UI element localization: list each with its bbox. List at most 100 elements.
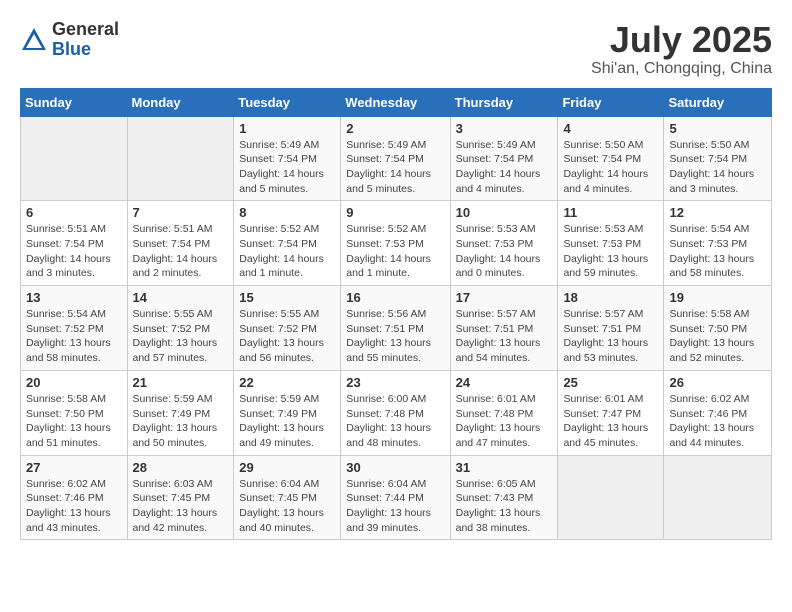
- calendar-day-header: Monday: [127, 88, 234, 116]
- calendar-cell: 10 Sunrise: 5:53 AM Sunset: 7:53 PM Dayli…: [450, 201, 558, 286]
- calendar-day-header: Thursday: [450, 88, 558, 116]
- day-info: Sunrise: 5:58 AM Sunset: 7:50 PM Dayligh…: [26, 392, 122, 451]
- calendar-cell: 14 Sunrise: 5:55 AM Sunset: 7:52 PM Dayli…: [127, 286, 234, 371]
- day-number: 28: [133, 460, 229, 475]
- day-info: Sunrise: 5:49 AM Sunset: 7:54 PM Dayligh…: [239, 138, 335, 197]
- location-subtitle: Shi'an, Chongqing, China: [591, 60, 772, 78]
- calendar-cell: [21, 116, 128, 201]
- day-info: Sunrise: 6:02 AM Sunset: 7:46 PM Dayligh…: [26, 477, 122, 536]
- calendar-cell: 15 Sunrise: 5:55 AM Sunset: 7:52 PM Dayli…: [234, 286, 341, 371]
- calendar-cell: 11 Sunrise: 5:53 AM Sunset: 7:53 PM Dayli…: [558, 201, 664, 286]
- day-info: Sunrise: 6:00 AM Sunset: 7:48 PM Dayligh…: [346, 392, 444, 451]
- calendar-cell: 13Sunrise: 5:54 AM Sunset: 7:52 PM Dayli…: [21, 286, 128, 371]
- calendar-cell: 21Sunrise: 5:59 AM Sunset: 7:49 PM Dayli…: [127, 370, 234, 455]
- calendar-cell: 6 Sunrise: 5:51 AM Sunset: 7:54 PM Daylig…: [21, 201, 128, 286]
- calendar-cell: 18 Sunrise: 5:57 AM Sunset: 7:51 PM Dayli…: [558, 286, 664, 371]
- day-number: 5: [669, 121, 766, 136]
- day-info: Sunrise: 5:53 AM Sunset: 7:53 PM Dayligh…: [563, 222, 658, 281]
- day-number: 26: [669, 375, 766, 390]
- logo-general-text: General: [52, 20, 119, 40]
- calendar-cell: 5Sunrise: 5:50 AM Sunset: 7:54 PM Daylig…: [664, 116, 772, 201]
- calendar-cell: [664, 455, 772, 540]
- calendar-cell: 23 Sunrise: 6:00 AM Sunset: 7:48 PM Dayli…: [341, 370, 450, 455]
- day-info: Sunrise: 5:55 AM Sunset: 7:52 PM Dayligh…: [239, 307, 335, 366]
- day-number: 8: [239, 205, 335, 220]
- day-number: 6: [26, 205, 122, 220]
- day-number: 18: [563, 290, 658, 305]
- day-info: Sunrise: 6:04 AM Sunset: 7:45 PM Dayligh…: [239, 477, 335, 536]
- day-number: 7: [133, 205, 229, 220]
- day-number: 19: [669, 290, 766, 305]
- day-number: 25: [563, 375, 658, 390]
- day-number: 14: [133, 290, 229, 305]
- day-info: Sunrise: 6:02 AM Sunset: 7:46 PM Dayligh…: [669, 392, 766, 451]
- calendar-day-header: Tuesday: [234, 88, 341, 116]
- day-number: 16: [346, 290, 444, 305]
- day-number: 3: [456, 121, 553, 136]
- calendar-cell: 26 Sunrise: 6:02 AM Sunset: 7:46 PM Dayli…: [664, 370, 772, 455]
- day-info: Sunrise: 5:56 AM Sunset: 7:51 PM Dayligh…: [346, 307, 444, 366]
- calendar-cell: 30Sunrise: 6:04 AM Sunset: 7:44 PM Dayli…: [341, 455, 450, 540]
- day-number: 11: [563, 205, 658, 220]
- calendar-cell: 24Sunrise: 6:01 AM Sunset: 7:48 PM Dayli…: [450, 370, 558, 455]
- calendar-cell: 29Sunrise: 6:04 AM Sunset: 7:45 PM Dayli…: [234, 455, 341, 540]
- calendar-day-header: Friday: [558, 88, 664, 116]
- logo-icon: [20, 26, 48, 54]
- day-info: Sunrise: 6:03 AM Sunset: 7:45 PM Dayligh…: [133, 477, 229, 536]
- calendar-cell: 20 Sunrise: 5:58 AM Sunset: 7:50 PM Dayli…: [21, 370, 128, 455]
- logo: General Blue: [20, 20, 119, 60]
- calendar-cell: 7 Sunrise: 5:51 AM Sunset: 7:54 PM Daylig…: [127, 201, 234, 286]
- day-number: 31: [456, 460, 553, 475]
- day-number: 1: [239, 121, 335, 136]
- day-number: 10: [456, 205, 553, 220]
- calendar-cell: 3Sunrise: 5:49 AM Sunset: 7:54 PM Daylig…: [450, 116, 558, 201]
- day-number: 17: [456, 290, 553, 305]
- day-info: Sunrise: 6:01 AM Sunset: 7:47 PM Dayligh…: [563, 392, 658, 451]
- calendar-cell: 25 Sunrise: 6:01 AM Sunset: 7:47 PM Dayli…: [558, 370, 664, 455]
- calendar-day-header: Saturday: [664, 88, 772, 116]
- calendar-table: SundayMondayTuesdayWednesdayThursdayFrid…: [20, 88, 772, 541]
- calendar-cell: 19Sunrise: 5:58 AM Sunset: 7:50 PM Dayli…: [664, 286, 772, 371]
- day-info: Sunrise: 6:05 AM Sunset: 7:43 PM Dayligh…: [456, 477, 553, 536]
- day-info: Sunrise: 5:51 AM Sunset: 7:54 PM Dayligh…: [133, 222, 229, 281]
- day-info: Sunrise: 5:52 AM Sunset: 7:53 PM Dayligh…: [346, 222, 444, 281]
- day-info: Sunrise: 5:51 AM Sunset: 7:54 PM Dayligh…: [26, 222, 122, 281]
- calendar-day-header: Sunday: [21, 88, 128, 116]
- page-header: General Blue July 2025 Shi'an, Chongqing…: [20, 20, 772, 78]
- calendar-cell: 1 Sunrise: 5:49 AM Sunset: 7:54 PM Daylig…: [234, 116, 341, 201]
- day-info: Sunrise: 5:57 AM Sunset: 7:51 PM Dayligh…: [456, 307, 553, 366]
- day-info: Sunrise: 5:55 AM Sunset: 7:52 PM Dayligh…: [133, 307, 229, 366]
- calendar-cell: 8Sunrise: 5:52 AM Sunset: 7:54 PM Daylig…: [234, 201, 341, 286]
- day-info: Sunrise: 5:59 AM Sunset: 7:49 PM Dayligh…: [133, 392, 229, 451]
- day-number: 9: [346, 205, 444, 220]
- title-section: July 2025 Shi'an, Chongqing, China: [591, 20, 772, 78]
- calendar-cell: [127, 116, 234, 201]
- calendar-week-row: 13Sunrise: 5:54 AM Sunset: 7:52 PM Dayli…: [21, 286, 772, 371]
- day-number: 15: [239, 290, 335, 305]
- logo-blue-text: Blue: [52, 40, 119, 60]
- day-number: 2: [346, 121, 444, 136]
- calendar-cell: [558, 455, 664, 540]
- calendar-cell: 22 Sunrise: 5:59 AM Sunset: 7:49 PM Dayli…: [234, 370, 341, 455]
- calendar-cell: 16 Sunrise: 5:56 AM Sunset: 7:51 PM Dayli…: [341, 286, 450, 371]
- day-info: Sunrise: 5:53 AM Sunset: 7:53 PM Dayligh…: [456, 222, 553, 281]
- day-number: 4: [563, 121, 658, 136]
- day-info: Sunrise: 5:57 AM Sunset: 7:51 PM Dayligh…: [563, 307, 658, 366]
- day-info: Sunrise: 6:04 AM Sunset: 7:44 PM Dayligh…: [346, 477, 444, 536]
- calendar-week-row: 6 Sunrise: 5:51 AM Sunset: 7:54 PM Daylig…: [21, 201, 772, 286]
- day-info: Sunrise: 6:01 AM Sunset: 7:48 PM Dayligh…: [456, 392, 553, 451]
- day-number: 27: [26, 460, 122, 475]
- calendar-cell: 31 Sunrise: 6:05 AM Sunset: 7:43 PM Dayli…: [450, 455, 558, 540]
- day-info: Sunrise: 5:50 AM Sunset: 7:54 PM Dayligh…: [563, 138, 658, 197]
- day-number: 22: [239, 375, 335, 390]
- calendar-header-row: SundayMondayTuesdayWednesdayThursdayFrid…: [21, 88, 772, 116]
- day-number: 23: [346, 375, 444, 390]
- calendar-cell: 27 Sunrise: 6:02 AM Sunset: 7:46 PM Dayli…: [21, 455, 128, 540]
- month-year-title: July 2025: [591, 20, 772, 60]
- calendar-cell: 28 Sunrise: 6:03 AM Sunset: 7:45 PM Dayli…: [127, 455, 234, 540]
- day-number: 20: [26, 375, 122, 390]
- day-info: Sunrise: 5:59 AM Sunset: 7:49 PM Dayligh…: [239, 392, 335, 451]
- calendar-cell: 12Sunrise: 5:54 AM Sunset: 7:53 PM Dayli…: [664, 201, 772, 286]
- calendar-day-header: Wednesday: [341, 88, 450, 116]
- day-info: Sunrise: 5:54 AM Sunset: 7:53 PM Dayligh…: [669, 222, 766, 281]
